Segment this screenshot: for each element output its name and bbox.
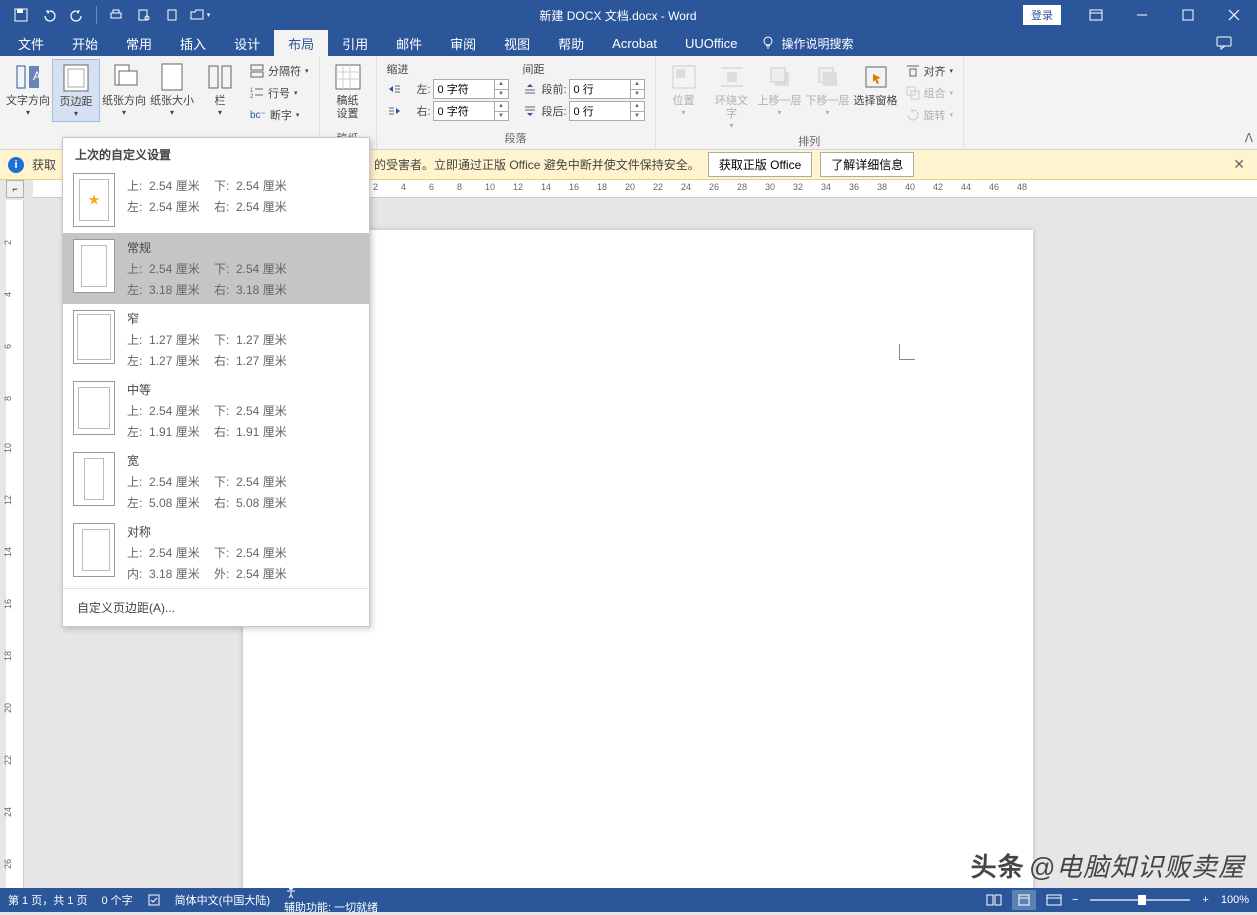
status-page[interactable]: 第 1 页，共 1 页 <box>8 892 87 908</box>
space-before-icon <box>523 82 537 96</box>
status-words[interactable]: 0 个字 <box>101 892 132 908</box>
margin-preset-常规[interactable]: 常规上:2.54 厘米下:2.54 厘米左:3.18 厘米右:3.18 厘米 <box>63 233 369 304</box>
tab-home[interactable]: 开始 <box>58 30 112 56</box>
hyphenation-button[interactable]: bc⁻断字▾ <box>246 105 313 125</box>
spacing-label: 间距 <box>523 61 645 77</box>
position-button: 位置▾ <box>660 59 708 120</box>
paragraph-group-label: 段落 <box>381 130 651 149</box>
align-button[interactable]: 对齐▾ <box>902 61 958 81</box>
minimize-icon[interactable] <box>1119 0 1165 30</box>
tab-view[interactable]: 视图 <box>490 30 544 56</box>
tab-file[interactable]: 文件 <box>4 30 58 56</box>
margin-preset-对称[interactable]: 对称上:2.54 厘米下:2.54 厘米内:3.18 厘米外:2.54 厘米 <box>63 517 369 588</box>
read-mode-icon[interactable] <box>982 890 1006 910</box>
zoom-slider[interactable] <box>1090 899 1190 901</box>
login-button[interactable]: 登录 <box>1023 5 1061 25</box>
ribbon-display-icon[interactable] <box>1073 0 1119 30</box>
tab-selector-icon[interactable]: ⌐ <box>6 180 24 198</box>
new-doc-icon[interactable] <box>159 1 185 29</box>
arrange-group-label: 排列 <box>660 133 960 152</box>
margin-preset-last[interactable]: ★上:2.54 厘米下:2.54 厘米左:2.54 厘米右:2.54 厘米 <box>63 167 369 233</box>
zoom-level[interactable]: 100% <box>1221 894 1249 906</box>
status-spellcheck-icon[interactable] <box>147 893 161 907</box>
learn-more-button[interactable]: 了解详细信息 <box>820 152 914 177</box>
margin-preset-中等[interactable]: 中等上:2.54 厘米下:2.54 厘米左:1.91 厘米右:1.91 厘米 <box>63 375 369 446</box>
zoom-in-icon[interactable]: + <box>1202 894 1208 906</box>
dropdown-section-title: 上次的自定义设置 <box>63 138 369 167</box>
print-layout-icon[interactable] <box>1012 890 1036 910</box>
columns-button[interactable]: 栏▾ <box>196 59 244 120</box>
save-icon[interactable] <box>8 1 34 29</box>
status-language[interactable]: 简体中文(中国大陆) <box>175 892 270 908</box>
svg-text:2: 2 <box>250 94 254 100</box>
margins-dropdown: 上次的自定义设置★上:2.54 厘米下:2.54 厘米左:2.54 厘米右:2.… <box>62 137 370 627</box>
indent-right-icon <box>387 104 401 118</box>
quick-print-icon[interactable] <box>103 1 129 29</box>
indent-right-input[interactable]: 0 字符▲▼ <box>433 101 509 121</box>
space-after-input[interactable]: 0 行▲▼ <box>569 101 645 121</box>
group-button[interactable]: 组合▾ <box>902 83 958 103</box>
open-icon[interactable]: ▾ <box>187 1 213 29</box>
tab-uuoffice[interactable]: UUOffice <box>671 30 752 56</box>
msg-text: 的受害者。立即通过正版 Office 避免中断并使文件保持安全。 <box>374 156 700 173</box>
zoom-out-icon[interactable]: − <box>1072 894 1078 906</box>
status-accessibility[interactable]: 辅助功能: 一切就绪 <box>284 885 378 915</box>
tab-layout[interactable]: 布局 <box>274 30 328 56</box>
lightbulb-icon <box>761 36 775 50</box>
tab-insert[interactable]: 插入 <box>166 30 220 56</box>
selection-pane-button[interactable]: 选择窗格 <box>852 59 900 110</box>
indent-left-icon <box>387 82 401 96</box>
print-preview-icon[interactable] <box>131 1 157 29</box>
wrap-text-button: 环绕文 字▾ <box>708 59 756 133</box>
tab-review[interactable]: 审阅 <box>436 30 490 56</box>
size-button[interactable]: 纸张大小▾ <box>148 59 196 120</box>
vertical-ruler[interactable]: 2468101214161820222426 <box>0 200 33 888</box>
svg-text:A: A <box>33 69 41 83</box>
tab-help[interactable]: 帮助 <box>544 30 598 56</box>
msg-prefix: 获取 <box>32 156 56 173</box>
tab-design[interactable]: 设计 <box>220 30 274 56</box>
rotate-button[interactable]: 旋转▾ <box>902 105 958 125</box>
undo-icon[interactable] <box>36 1 62 29</box>
info-icon: i <box>8 157 24 173</box>
comments-icon[interactable] <box>1201 28 1247 58</box>
collapse-ribbon-icon[interactable]: ᐱ <box>1245 131 1253 145</box>
tab-acrobat[interactable]: Acrobat <box>598 30 671 56</box>
margin-preset-窄[interactable]: 窄上:1.27 厘米下:1.27 厘米左:1.27 厘米右:1.27 厘米 <box>63 304 369 375</box>
space-after-icon <box>523 104 537 118</box>
tell-me-search[interactable]: 操作说明搜索 <box>751 30 863 56</box>
indent-label: 缩进 <box>387 61 509 77</box>
redo-icon[interactable] <box>64 1 90 29</box>
window-title: 新建 DOCX 文档.docx - Word <box>213 7 1023 24</box>
cursor-indicator <box>899 344 915 360</box>
indent-left-input[interactable]: 0 字符▲▼ <box>433 79 509 99</box>
space-before-input[interactable]: 0 行▲▼ <box>569 79 645 99</box>
margins-button[interactable]: 页边距▾ <box>52 59 100 122</box>
text-direction-button[interactable]: A 文字方向▾ <box>4 59 52 120</box>
maximize-icon[interactable] <box>1165 0 1211 30</box>
bring-forward-button: 上移一层▾ <box>756 59 804 120</box>
web-layout-icon[interactable] <box>1042 890 1066 910</box>
tab-mail[interactable]: 邮件 <box>382 30 436 56</box>
margin-preset-宽[interactable]: 宽上:2.54 厘米下:2.54 厘米左:5.08 厘米右:5.08 厘米 <box>63 446 369 517</box>
manuscript-button[interactable]: 稿纸 设置 <box>324 59 372 123</box>
tab-common[interactable]: 常用 <box>112 30 166 56</box>
get-genuine-button[interactable]: 获取正版 Office <box>708 152 812 177</box>
close-message-icon[interactable]: ✕ <box>1229 156 1249 173</box>
breaks-button[interactable]: 分隔符▾ <box>246 61 313 81</box>
close-icon[interactable] <box>1211 0 1257 30</box>
line-numbers-button[interactable]: 12行号▾ <box>246 83 313 103</box>
custom-margins-button[interactable]: 自定义页边距(A)... <box>63 588 369 626</box>
send-backward-button: 下移一层▾ <box>804 59 852 120</box>
orientation-button[interactable]: 纸张方向▾ <box>100 59 148 120</box>
tab-reference[interactable]: 引用 <box>328 30 382 56</box>
